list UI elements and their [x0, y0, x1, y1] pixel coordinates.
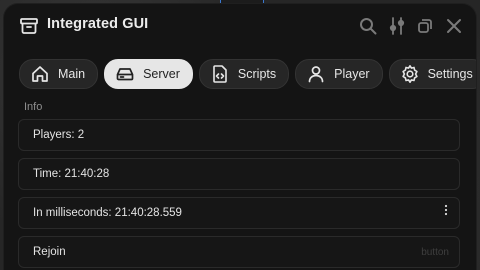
- tab-bar: Main Server Scripts Player Settings: [19, 59, 476, 91]
- rejoin-button-label: Rejoin: [33, 246, 66, 258]
- row-text: In milliseconds: 21:40:28.559: [33, 207, 182, 219]
- info-row-players: Players: 2: [18, 119, 460, 151]
- more-options-icon[interactable]: [442, 201, 450, 216]
- server-icon: [115, 64, 135, 84]
- tab-label: Scripts: [237, 67, 277, 81]
- tab-label: Main: [58, 67, 86, 81]
- settings-toggle-button[interactable]: [387, 16, 407, 36]
- search-button[interactable]: [358, 16, 378, 36]
- tab-settings[interactable]: Settings: [388, 59, 476, 89]
- rejoin-button[interactable]: Rejoin button: [18, 236, 460, 268]
- tab-scripts[interactable]: Scripts: [198, 59, 290, 89]
- info-row-milliseconds: In milliseconds: 21:40:28.559: [18, 197, 460, 229]
- tab-label: Server: [143, 67, 180, 81]
- search-icon: [360, 18, 377, 35]
- tab-server[interactable]: Server: [104, 59, 193, 89]
- minimize-icon: [418, 19, 432, 33]
- tab-label: Player: [334, 67, 370, 81]
- row-text: Players: 2: [33, 129, 85, 141]
- code-file-icon: [210, 64, 230, 84]
- row-text: Time: 21:40:28: [33, 168, 110, 180]
- tab-main[interactable]: Main: [19, 59, 99, 89]
- minimize-button[interactable]: [415, 16, 435, 36]
- tab-player[interactable]: Player: [295, 59, 383, 89]
- window-title: Integrated GUI: [47, 16, 149, 32]
- user-icon: [306, 64, 326, 84]
- archive-box-icon: [19, 16, 39, 36]
- integrated-gui-window: Integrated GUI Main Server Scripts Playe…: [4, 4, 476, 270]
- home-icon: [30, 64, 50, 84]
- info-row-time: Time: 21:40:28: [18, 158, 460, 190]
- close-button[interactable]: [444, 16, 464, 36]
- title-bar[interactable]: Integrated GUI: [4, 4, 476, 48]
- gear-icon: [400, 64, 420, 84]
- close-icon: [447, 19, 461, 33]
- tab-label: Settings: [427, 67, 473, 81]
- sliders-icon: [389, 17, 405, 35]
- section-label-info: Info: [24, 101, 43, 113]
- button-type-hint: button: [421, 247, 449, 258]
